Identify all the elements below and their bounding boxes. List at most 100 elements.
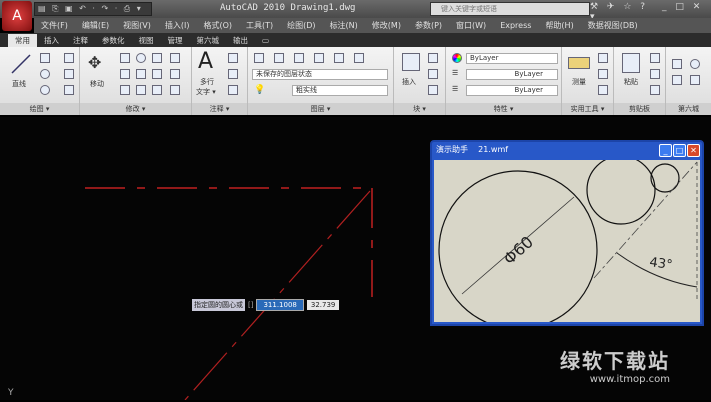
tab-minimize[interactable]: ▭ — [255, 35, 276, 46]
menu-parametric[interactable]: 参数(P) — [408, 20, 449, 31]
paste-label[interactable]: 粘贴 — [624, 77, 638, 87]
trim-icon[interactable] — [152, 53, 162, 63]
hatch-icon[interactable] — [64, 85, 74, 95]
table-icon[interactable] — [228, 85, 238, 95]
x-coordinate-input[interactable]: 311.1008 — [256, 299, 304, 311]
tool-icon[interactable] — [690, 59, 700, 69]
layer-state-dropdown[interactable]: 未保存的图层状态 — [252, 69, 388, 80]
application-menu-button[interactable]: A — [2, 1, 32, 31]
color-dropdown[interactable]: ByLayer — [466, 53, 558, 64]
line-icon[interactable] — [10, 53, 32, 75]
polyline-icon[interactable] — [40, 53, 50, 63]
search-input[interactable]: 键入关键字或短语 — [430, 2, 590, 16]
rotate-icon[interactable] — [136, 53, 146, 63]
menu-file[interactable]: 文件(F) — [34, 20, 75, 31]
tool-icon[interactable] — [672, 59, 682, 69]
lineweight-dropdown[interactable]: ByLayer — [466, 85, 558, 96]
linetype-dropdown[interactable]: ByLayer — [466, 69, 558, 80]
infocenter-tools[interactable]: ⚒ ✈ ☆ ? ▾ — [590, 2, 652, 22]
menu-window[interactable]: 窗口(W) — [449, 20, 493, 31]
dimension-icon[interactable] — [228, 53, 238, 63]
menu-tools[interactable]: 工具(T) — [239, 20, 280, 31]
menu-help[interactable]: 帮助(H) — [538, 20, 580, 31]
measure-icon[interactable] — [568, 57, 590, 69]
panel-label-layers[interactable]: 图层 ▾ — [248, 103, 393, 115]
layer-dropdown[interactable]: 粗实线 — [292, 85, 388, 96]
mirror-icon[interactable] — [120, 69, 130, 79]
tool-icon[interactable] — [672, 75, 682, 85]
minimize-button[interactable]: _ — [659, 144, 672, 157]
maximize-button[interactable]: □ — [673, 144, 686, 157]
quick-select-icon[interactable] — [598, 69, 608, 79]
offset-icon[interactable] — [170, 53, 180, 63]
lineweight-icon[interactable]: ☰ — [452, 85, 458, 93]
panel-label-annotation[interactable]: 注释 ▾ — [192, 103, 247, 115]
mtext-label-2[interactable]: 文字 ▾ — [196, 87, 216, 97]
menu-format[interactable]: 格式(O) — [196, 20, 239, 31]
tab-insert[interactable]: 插入 — [37, 34, 66, 47]
mtext-icon[interactable]: A — [198, 49, 213, 74]
panel-label-block[interactable]: 块 ▾ — [394, 103, 445, 115]
tab-manage[interactable]: 管理 — [161, 34, 190, 47]
menu-express[interactable]: Express — [493, 21, 538, 30]
layer-icon[interactable] — [294, 53, 304, 63]
create-block-icon[interactable] — [428, 53, 438, 63]
move-label[interactable]: 移动 — [90, 79, 104, 89]
cut-icon[interactable] — [650, 53, 660, 63]
panel-label-clipboard[interactable]: 剪贴板 — [614, 103, 665, 115]
panel-label-sixth-city[interactable]: 第六城 — [666, 103, 711, 115]
leader-icon[interactable] — [228, 69, 238, 79]
explode-icon[interactable] — [170, 69, 180, 79]
circle-icon[interactable] — [40, 69, 50, 79]
panel-label-modify[interactable]: 修改 ▾ — [80, 103, 191, 115]
y-coordinate-input[interactable]: 32.739 — [306, 300, 340, 310]
window-controls[interactable]: _ □ ✕ — [662, 2, 703, 12]
rectangle-icon[interactable] — [64, 69, 74, 79]
ellipse-icon[interactable] — [40, 85, 50, 95]
lightbulb-icon[interactable]: 💡 — [254, 85, 265, 95]
tab-sixth-city[interactable]: 第六城 — [190, 34, 227, 47]
layer-icon[interactable] — [354, 53, 364, 63]
fillet-icon[interactable] — [136, 69, 146, 79]
match-properties-icon[interactable] — [650, 85, 660, 95]
mtext-label-1[interactable]: 多行 — [200, 77, 214, 87]
layer-icon[interactable] — [314, 53, 324, 63]
layer-icon[interactable] — [274, 53, 284, 63]
edit-block-icon[interactable] — [428, 69, 438, 79]
chamfer-icon[interactable] — [170, 85, 180, 95]
panel-label-utilities[interactable]: 实用工具 ▾ — [562, 103, 613, 115]
tab-output[interactable]: 输出 — [226, 34, 255, 47]
insert-block-icon[interactable] — [402, 53, 420, 71]
menu-modify[interactable]: 修改(M) — [365, 20, 408, 31]
erase-icon[interactable] — [120, 85, 130, 95]
layer-icon[interactable] — [334, 53, 344, 63]
panel-label-properties[interactable]: 特性 ▾ — [446, 103, 561, 115]
copy-clip-icon[interactable] — [650, 69, 660, 79]
calculator-icon[interactable] — [598, 85, 608, 95]
scale-icon[interactable] — [136, 85, 146, 95]
layer-properties-icon[interactable] — [254, 53, 264, 63]
tab-parametric[interactable]: 参数化 — [95, 34, 132, 47]
linetype-icon[interactable]: ☰ — [452, 69, 458, 77]
close-button[interactable]: ✕ — [687, 144, 700, 157]
tab-home[interactable]: 常用 — [8, 33, 37, 47]
menu-edit[interactable]: 编辑(E) — [75, 20, 116, 31]
menu-dimension[interactable]: 标注(N) — [323, 20, 365, 31]
tool-icon[interactable] — [690, 75, 700, 85]
select-icon[interactable] — [598, 53, 608, 63]
measure-label[interactable]: 测量 — [572, 77, 586, 87]
color-wheel-icon[interactable] — [452, 53, 462, 63]
tab-view[interactable]: 视图 — [132, 34, 161, 47]
stretch-icon[interactable] — [152, 69, 162, 79]
line-label[interactable]: 直线 — [12, 79, 26, 89]
arc-icon[interactable] — [64, 53, 74, 63]
insert-label[interactable]: 插入 — [402, 77, 416, 87]
paste-icon[interactable] — [622, 53, 640, 73]
panel-label-draw[interactable]: 绘图 ▾ — [0, 103, 79, 115]
menu-view[interactable]: 视图(V) — [116, 20, 158, 31]
attribute-icon[interactable] — [428, 85, 438, 95]
menu-insert[interactable]: 插入(I) — [158, 20, 197, 31]
copy-icon[interactable] — [120, 53, 130, 63]
move-icon[interactable]: ✥ — [88, 53, 101, 72]
array-icon[interactable] — [152, 85, 162, 95]
